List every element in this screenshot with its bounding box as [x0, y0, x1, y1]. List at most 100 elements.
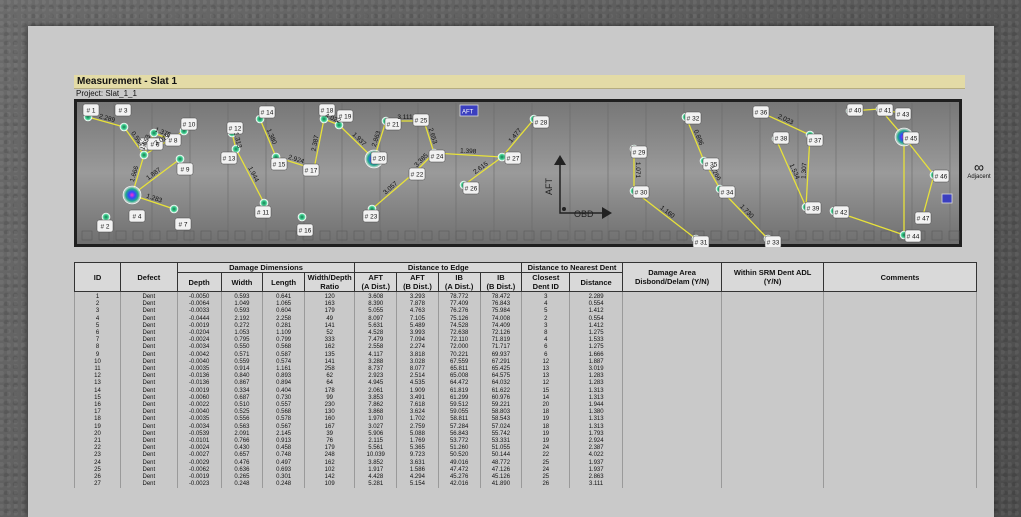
table-cell: 56.843 — [437, 430, 481, 439]
table-cell: 1.313 — [569, 416, 623, 424]
table-cell: 78.772 — [437, 291, 481, 302]
table-cell: 18 — [521, 409, 571, 417]
dent-label[interactable]: # 14 — [258, 105, 276, 119]
dent-label[interactable]: # 17 — [302, 163, 320, 177]
table-cell-empty — [822, 474, 978, 482]
table-cell: -0.0035 — [176, 416, 222, 424]
table-cell-empty — [721, 387, 824, 395]
table-row: 9 Dent -0.0042 0.571 0.587 135 4.117 3.818 70.22… — [74, 351, 978, 359]
dent-label[interactable]: # 39 — [804, 201, 822, 215]
table-cell: 2.115 — [354, 438, 398, 446]
table-cell: 1.970 — [354, 416, 398, 424]
dent-label[interactable]: # 10 — [180, 117, 198, 131]
dent-label[interactable]: # 3 — [114, 103, 132, 117]
table-cell-empty — [822, 430, 978, 439]
dent-label[interactable]: # 37 — [806, 133, 824, 147]
dent-label[interactable]: # 22 — [408, 167, 426, 181]
dent-label[interactable]: # 23 — [362, 209, 380, 223]
table-cell: 76.843 — [479, 301, 523, 309]
dent-label[interactable]: # 26 — [462, 181, 480, 195]
table-cell: 0.587 — [262, 351, 305, 359]
table-cell: 61.299 — [437, 394, 481, 403]
dent-label[interactable]: # 2 — [96, 219, 114, 233]
dent-label[interactable]: # 36 — [752, 105, 770, 119]
dent-label[interactable]: # 34 — [718, 185, 736, 199]
dent-label[interactable]: # 11 — [254, 205, 272, 219]
dent-label[interactable]: # 47 — [914, 211, 932, 225]
distance-label: 1.071 — [634, 162, 641, 179]
dent-label[interactable]: # 44 — [904, 229, 922, 243]
dent-label[interactable]: # 4 — [128, 209, 146, 223]
table-cell: 12 — [521, 380, 571, 388]
dent-label[interactable]: # 32 — [684, 111, 702, 125]
dent-label[interactable]: # 16 — [296, 223, 314, 237]
dent-label[interactable]: # 24 — [428, 149, 446, 163]
table-cell: 102 — [303, 466, 356, 475]
dent-label[interactable]: # 30 — [632, 185, 650, 199]
link-icon: ∞ — [974, 159, 984, 175]
table-cell: -0.0034 — [176, 344, 222, 352]
table-cell: 5 — [74, 322, 121, 331]
col-distance: Distance — [569, 272, 623, 292]
dent-label[interactable]: # 29 — [630, 145, 648, 159]
table-cell: -0.0040 — [176, 358, 222, 367]
table-cell: 64.575 — [479, 373, 523, 381]
dent-label[interactable]: # 40 — [846, 103, 864, 117]
table-cell: 0.557 — [262, 402, 305, 410]
table-cell: 24 — [74, 459, 121, 467]
dent-label[interactable]: # 15 — [270, 157, 288, 171]
dent-label-text: # 27 — [507, 156, 520, 163]
table-cell: 3.853 — [354, 394, 398, 403]
dent-label[interactable]: # 9 — [176, 162, 194, 176]
dent-marker-icon[interactable] — [139, 150, 149, 160]
table-cell: 9.723 — [396, 452, 439, 460]
table-cell: 1.161 — [262, 366, 305, 374]
table-cell: 53.331 — [479, 438, 523, 446]
dent-label[interactable]: # 38 — [772, 131, 790, 145]
table-cell: 1.909 — [396, 387, 439, 395]
table-cell-empty — [621, 409, 723, 417]
table-cell: 71.717 — [479, 344, 523, 352]
dent-marker-icon[interactable] — [122, 185, 142, 205]
table-cell: Dent — [120, 358, 178, 367]
table-cell: 74.008 — [479, 315, 523, 323]
table-cell: 163 — [303, 301, 356, 309]
table-cell-empty — [621, 330, 723, 338]
dent-label[interactable]: # 1 — [82, 103, 100, 117]
table-cell: 22 — [74, 445, 121, 453]
dent-marker-icon[interactable] — [297, 212, 307, 222]
table-cell-empty — [721, 402, 824, 410]
table-cell: 3.019 — [569, 366, 623, 374]
table-row: 24 Dent -0.0029 0.476 0.497 162 3.852 3.631 49.0… — [74, 459, 978, 467]
adjacent-tab[interactable]: ∞ Adjacent — [962, 160, 996, 190]
table-cell: 77.409 — [437, 301, 481, 309]
dent-marker-icon[interactable] — [119, 122, 129, 132]
dent-label[interactable]: # 43 — [894, 107, 912, 121]
table-cell: -0.0034 — [176, 423, 222, 431]
table-cell: 1.109 — [262, 330, 305, 338]
dent-label[interactable]: # 46 — [932, 169, 950, 183]
table-cell: 7.105 — [396, 315, 439, 323]
table-cell: 59.055 — [437, 409, 481, 417]
dent-label[interactable]: # 42 — [832, 205, 850, 219]
dent-label[interactable]: # 27 — [504, 151, 522, 165]
dent-label[interactable]: # 7 — [174, 217, 192, 231]
dent-label[interactable]: # 13 — [220, 151, 238, 165]
dent-label[interactable]: # 28 — [532, 115, 550, 129]
dent-label[interactable]: # 25 — [412, 113, 430, 127]
dent-marker-icon[interactable] — [175, 154, 185, 164]
table-cell: 1.380 — [569, 409, 623, 417]
table-cell: -0.0050 — [176, 291, 222, 302]
table-cell: 25 — [74, 466, 121, 475]
dent-label[interactable]: # 41 — [876, 103, 894, 117]
table-cell: 3.111 — [569, 481, 623, 489]
dent-label[interactable]: # 45 — [902, 131, 920, 145]
dent-marker-icon[interactable] — [169, 204, 179, 214]
dent-label[interactable]: # 33 — [764, 235, 782, 247]
dent-label[interactable]: # 20 — [370, 151, 388, 165]
dent-label[interactable]: # 31 — [692, 235, 710, 247]
table-cell-empty — [822, 291, 978, 302]
table-cell: 0.913 — [262, 438, 305, 446]
table-cell: Dent — [120, 423, 178, 431]
table-cell-empty — [721, 351, 824, 359]
